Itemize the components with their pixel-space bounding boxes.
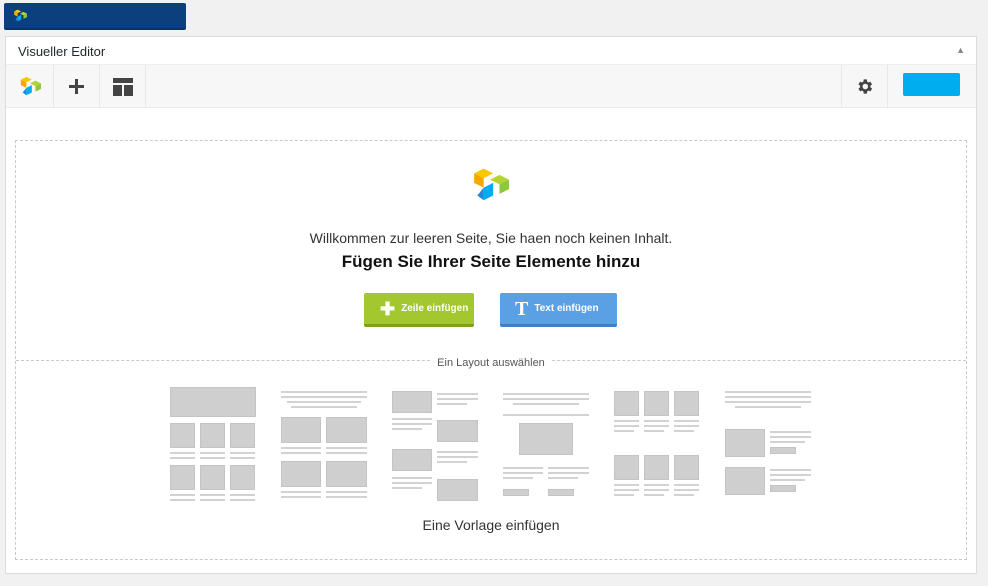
- gear-icon[interactable]: [841, 65, 888, 108]
- triangle-up-icon[interactable]: ▲: [956, 45, 965, 55]
- welcome-heading: Fügen Sie Ihrer Seite Elemente hinzu: [341, 252, 641, 271]
- panel-header: Visueller Editor ▲: [6, 37, 976, 65]
- add-text-button[interactable]: T Text einfügen: [500, 293, 617, 327]
- plus-icon[interactable]: [54, 65, 100, 108]
- panel-title: Visueller Editor: [18, 44, 106, 59]
- visual-composer-logo-icon[interactable]: [6, 65, 54, 108]
- editor-canvas: Willkommen zur leeren Seite, Sie haen no…: [15, 140, 967, 560]
- layout-template-1[interactable]: [170, 387, 256, 503]
- layout-template-2[interactable]: [281, 387, 367, 503]
- layout-template-5[interactable]: [614, 387, 700, 503]
- text-icon: T: [515, 297, 529, 320]
- layout-template-4[interactable]: [503, 387, 589, 503]
- editor-toolbar: [6, 65, 976, 108]
- add-row-button[interactable]: ✚ Zeile einfügen: [364, 293, 474, 327]
- visual-composer-logo-icon: [13, 9, 27, 28]
- layout-section-label: Ein Layout auswählen: [16, 353, 966, 371]
- insert-template-link[interactable]: Eine Vorlage einfügen: [16, 517, 966, 533]
- layout-template-icon[interactable]: [100, 65, 146, 108]
- layout-template-3[interactable]: [392, 387, 478, 503]
- add-text-label: Text einfügen: [534, 303, 599, 314]
- visual-composer-logo-icon: [471, 167, 509, 210]
- visual-composer-toggle-button[interactable]: [4, 3, 186, 30]
- welcome-text: Willkommen zur leeren Seite, Sie haen no…: [309, 230, 673, 246]
- plus-icon: ✚: [380, 298, 396, 319]
- visual-editor-panel: Visueller Editor ▲ Willkommen zur leeren…: [5, 36, 977, 574]
- save-button[interactable]: [903, 73, 960, 96]
- layout-template-6[interactable]: [725, 387, 811, 503]
- add-row-label: Zeile einfügen: [401, 303, 469, 314]
